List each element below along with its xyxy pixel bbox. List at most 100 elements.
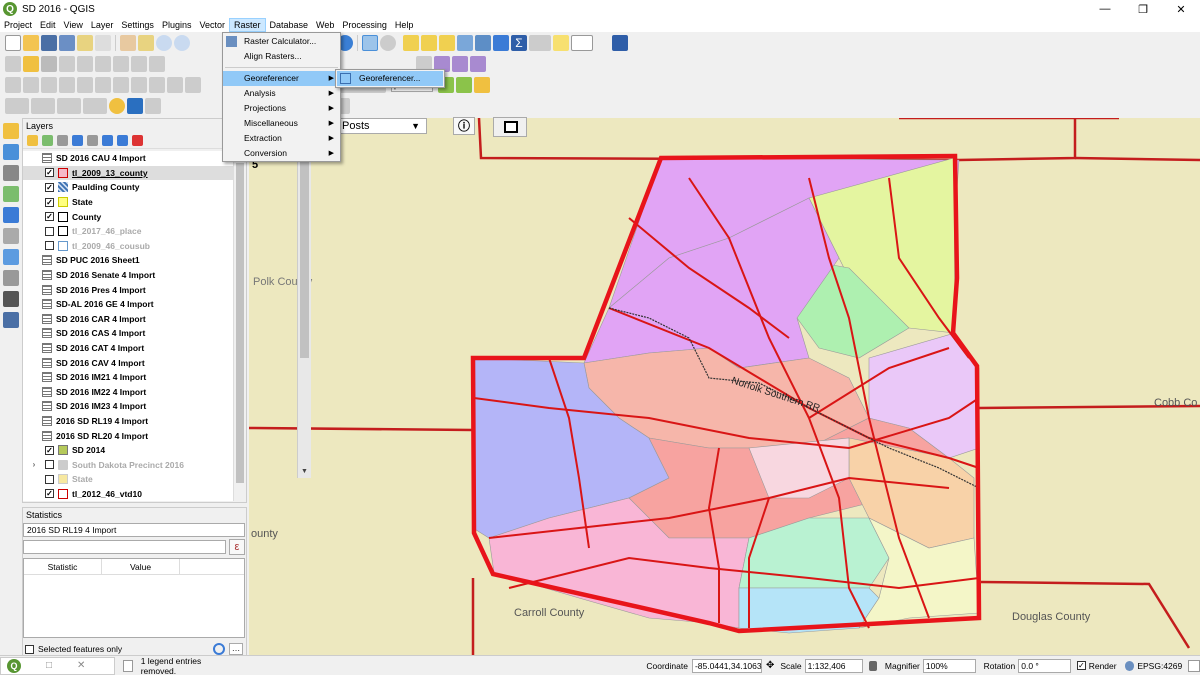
menu-help[interactable]: Help	[391, 18, 418, 32]
statistics-layer-select[interactable]: 2016 SD RL19 4 Import	[23, 523, 245, 537]
processing-icon[interactable]	[493, 35, 509, 51]
identify-icon[interactable]	[362, 35, 378, 51]
menu-plugins[interactable]: Plugins	[158, 18, 196, 32]
copy-features-icon[interactable]	[149, 56, 165, 72]
message-log-icon[interactable]	[1188, 659, 1200, 672]
georeferencer-submenu-item[interactable]: Georeferencer...	[337, 71, 443, 86]
layer-row[interactable]: SD 2016 IM23 4 Import	[23, 399, 234, 414]
menu-settings[interactable]: Settings	[117, 18, 158, 32]
zoom-out-icon[interactable]	[174, 35, 190, 51]
posts-select[interactable]: Posts ▼	[339, 118, 427, 134]
layer-row[interactable]: SD 2016 CAS 4 Import	[23, 326, 234, 341]
expression-epsilon-icon[interactable]: ε	[229, 539, 245, 555]
toggle-extents-icon[interactable]: ✥	[766, 660, 774, 671]
layer-visibility-checkbox[interactable]: ✓	[45, 212, 54, 222]
menu-edit[interactable]: Edit	[36, 18, 60, 32]
layer-row[interactable]: ✓ Paulding County	[23, 180, 234, 195]
ellipse-tool-icon[interactable]	[31, 98, 55, 114]
layer-row[interactable]: SD 2016 Senate 4 Import	[23, 268, 234, 283]
crs-globe-icon[interactable]	[1124, 660, 1135, 671]
plugin-icon-3[interactable]	[470, 56, 486, 72]
layer-visibility-checkbox[interactable]: ✓	[45, 445, 54, 455]
trace-icon[interactable]	[474, 77, 490, 93]
layer-visibility-checkbox[interactable]: ✓	[45, 182, 54, 192]
polygon-tool-icon[interactable]	[83, 98, 107, 114]
text-annotation-icon[interactable]	[571, 35, 593, 51]
open-project-icon[interactable]	[23, 35, 39, 51]
add-virtual-layer-icon[interactable]	[3, 291, 19, 307]
redo-icon[interactable]	[23, 77, 39, 93]
render-checkbox[interactable]: ✓	[1076, 661, 1086, 670]
layer-row[interactable]: SD 2016 CAU 4 Import	[23, 151, 234, 166]
save-project-icon[interactable]	[41, 35, 57, 51]
save-as-icon[interactable]	[59, 35, 75, 51]
layer-row[interactable]: SD 2016 CAT 4 Import	[23, 341, 234, 356]
more-options-button[interactable]: …	[229, 643, 243, 655]
box-tool-button[interactable]	[493, 117, 527, 137]
magnifier-spinbox[interactable]: 100%	[922, 658, 976, 673]
analysis-item[interactable]: Analysis ▶	[223, 86, 340, 101]
select-features-icon[interactable]	[403, 35, 419, 51]
add-wms-icon[interactable]	[3, 249, 19, 265]
layer-visibility-checkbox[interactable]: ✓	[45, 489, 54, 499]
circle-tool-icon[interactable]	[5, 98, 29, 114]
layer-row[interactable]: ✓ tl_2009_13_county	[23, 165, 234, 181]
map-svg[interactable]: Polk County Carroll County Douglas Count…	[249, 118, 1200, 655]
layer-row[interactable]: SD 2016 IM21 4 Import	[23, 370, 234, 385]
maximize-button[interactable]: ❐	[1124, 0, 1162, 18]
star-plugin-icon[interactable]	[127, 98, 143, 114]
plugin-icon-4[interactable]	[145, 98, 161, 114]
pan-to-selection-icon[interactable]	[138, 35, 154, 51]
layer-visibility-checkbox[interactable]	[45, 460, 54, 470]
measure-icon[interactable]	[529, 35, 551, 51]
filter-expression-icon[interactable]	[87, 135, 98, 146]
layer-row[interactable]: ✓ tl_2012_46_vtd10	[23, 487, 234, 501]
layer-row[interactable]: › South Dakota Precinct 2016	[23, 457, 234, 472]
layout-manager-icon[interactable]	[77, 35, 93, 51]
map-tips-icon[interactable]	[553, 35, 569, 51]
lock-scale-icon[interactable]	[869, 660, 877, 671]
add-postgis-icon[interactable]	[3, 207, 19, 223]
layer-visibility-checkbox[interactable]: ✓	[45, 168, 54, 178]
select-value-icon[interactable]	[421, 35, 437, 51]
layer-row[interactable]: ✓ State	[23, 195, 234, 210]
rotate-feature-icon[interactable]	[41, 77, 57, 93]
statistics-sigma-icon[interactable]: Σ	[511, 35, 527, 51]
georeferencer-item[interactable]: Georeferencer ▶	[223, 71, 340, 86]
manage-themes-icon[interactable]	[57, 135, 68, 146]
messages-icon[interactable]	[122, 659, 133, 672]
layer-visibility-checkbox[interactable]	[45, 474, 54, 484]
layer-row[interactable]: SD 2016 CAV 4 Import	[23, 355, 234, 370]
layer-row[interactable]: SD 2016 Pres 4 Import	[23, 282, 234, 297]
style-panel-icon[interactable]	[27, 135, 38, 146]
toggle-editing-icon[interactable]	[23, 56, 39, 72]
move-feature-icon[interactable]	[77, 56, 93, 72]
scale-select[interactable]: 1:132,406	[804, 658, 864, 673]
filter-legend-icon[interactable]	[72, 135, 83, 146]
locator-bar[interactable]: Q □ ✕	[0, 656, 115, 675]
layer-row[interactable]: SD PUC 2016 Sheet1	[23, 253, 234, 268]
zoom-in-icon[interactable]	[156, 35, 172, 51]
layer-row[interactable]: tl_2017_46_place	[23, 224, 234, 239]
menu-view[interactable]: View	[60, 18, 87, 32]
delete-selected-icon[interactable]	[113, 56, 129, 72]
projections-item[interactable]: Projections ▶	[223, 101, 340, 116]
close-button[interactable]: ✕	[1162, 0, 1200, 18]
reshape-icon[interactable]	[167, 77, 183, 93]
layer-visibility-checkbox[interactable]	[45, 241, 54, 251]
save-edits-icon[interactable]	[41, 56, 57, 72]
bee-plugin-icon[interactable]	[109, 98, 125, 114]
menu-raster[interactable]: Raster	[228, 18, 266, 32]
rotation-spinbox[interactable]: 0.0 °	[1018, 658, 1071, 673]
vertex-tool-icon[interactable]	[95, 56, 111, 72]
add-wfs-icon[interactable]	[3, 270, 19, 286]
data-source-manager-icon[interactable]	[3, 123, 19, 139]
add-delimited-text-icon[interactable]	[3, 228, 19, 244]
extraction-item[interactable]: Extraction ▶	[223, 131, 340, 146]
layer-row[interactable]: SD 2016 CAR 4 Import	[23, 312, 234, 327]
layer-row[interactable]: State	[23, 472, 234, 487]
menu-processing[interactable]: Processing	[338, 18, 391, 32]
field-calculator-icon[interactable]	[475, 35, 491, 51]
layer-row[interactable]: ✓ SD 2014	[23, 443, 234, 458]
help-icon[interactable]	[612, 35, 628, 51]
